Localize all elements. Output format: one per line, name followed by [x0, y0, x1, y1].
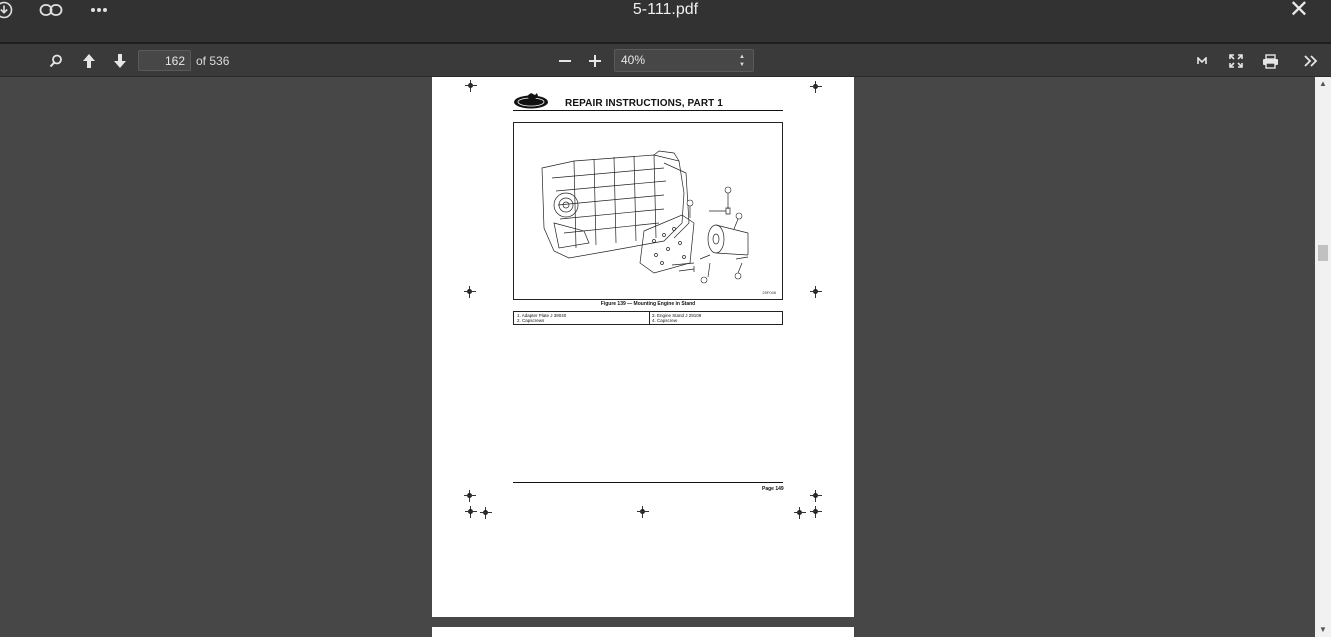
figure-frame: 25F048 — [513, 122, 783, 300]
chevron-updown-icon: ▲ ▼ — [739, 54, 745, 68]
fullscreen-icon[interactable] — [1226, 51, 1246, 71]
mack-logo — [514, 93, 548, 109]
scroll-down-icon[interactable]: ▼ — [1315, 623, 1331, 637]
registration-mark — [465, 80, 477, 92]
m-icon[interactable] — [1192, 51, 1212, 71]
registration-mark — [465, 506, 477, 518]
footer-rule — [513, 482, 783, 483]
zoom-select[interactable]: 40% ▲ ▼ — [614, 49, 754, 72]
registration-mark — [794, 507, 806, 519]
header-rule — [513, 110, 783, 111]
zoom-value: 40% — [621, 53, 646, 67]
pdf-page: REPAIR INSTRUCTIONS, PART 1 25F048 Figur… — [432, 77, 854, 617]
legend-divider — [649, 312, 650, 324]
registration-mark — [810, 81, 822, 93]
double-chevron-icon[interactable] — [1301, 51, 1321, 71]
legend-item: 4. Capscrew — [652, 318, 678, 323]
registration-mark — [810, 490, 822, 502]
page-header-title: REPAIR INSTRUCTIONS, PART 1 — [565, 98, 723, 109]
vertical-scrollbar[interactable]: ▲ ▼ — [1315, 77, 1331, 637]
page-count: of 536 — [196, 54, 230, 68]
figure-caption: Figure 139 — Mounting Engine in Stand — [600, 301, 696, 307]
next-pdf-page — [432, 627, 854, 637]
arrow-up-icon[interactable] — [79, 51, 99, 71]
registration-mark — [810, 286, 822, 298]
title-bar: 5-111.pdf ✕ — [0, 0, 1331, 42]
arrow-down-icon[interactable] — [110, 51, 130, 71]
registration-mark — [464, 286, 476, 298]
minus-icon[interactable] — [555, 51, 575, 71]
plus-icon[interactable] — [585, 51, 605, 71]
scroll-thumb[interactable] — [1318, 245, 1328, 261]
document-viewer[interactable]: REPAIR INSTRUCTIONS, PART 1 25F048 Figur… — [0, 77, 1331, 637]
figure-code: 25F048 — [762, 290, 776, 295]
page-number-input[interactable] — [138, 50, 191, 71]
figure-legend-table: 1. Adapter Plate J 38040 2. Capscrews 3.… — [513, 311, 783, 325]
engine-stand-illustration — [541, 150, 749, 284]
legend-item: 2. Capscrews — [517, 318, 545, 323]
registration-mark — [480, 507, 492, 519]
search-icon[interactable] — [46, 51, 66, 71]
registration-mark — [637, 506, 649, 518]
document-title: 5-111.pdf — [632, 1, 699, 18]
registration-mark — [464, 490, 476, 502]
print-icon[interactable] — [1259, 51, 1281, 71]
page-label: Page 149 — [762, 486, 784, 492]
scroll-up-icon[interactable]: ▲ — [1315, 77, 1331, 91]
pdf-toolbar: of 536 40% ▲▼ — [0, 42, 1331, 77]
registration-mark — [810, 506, 822, 518]
close-icon[interactable]: ✕ — [1289, 0, 1309, 22]
